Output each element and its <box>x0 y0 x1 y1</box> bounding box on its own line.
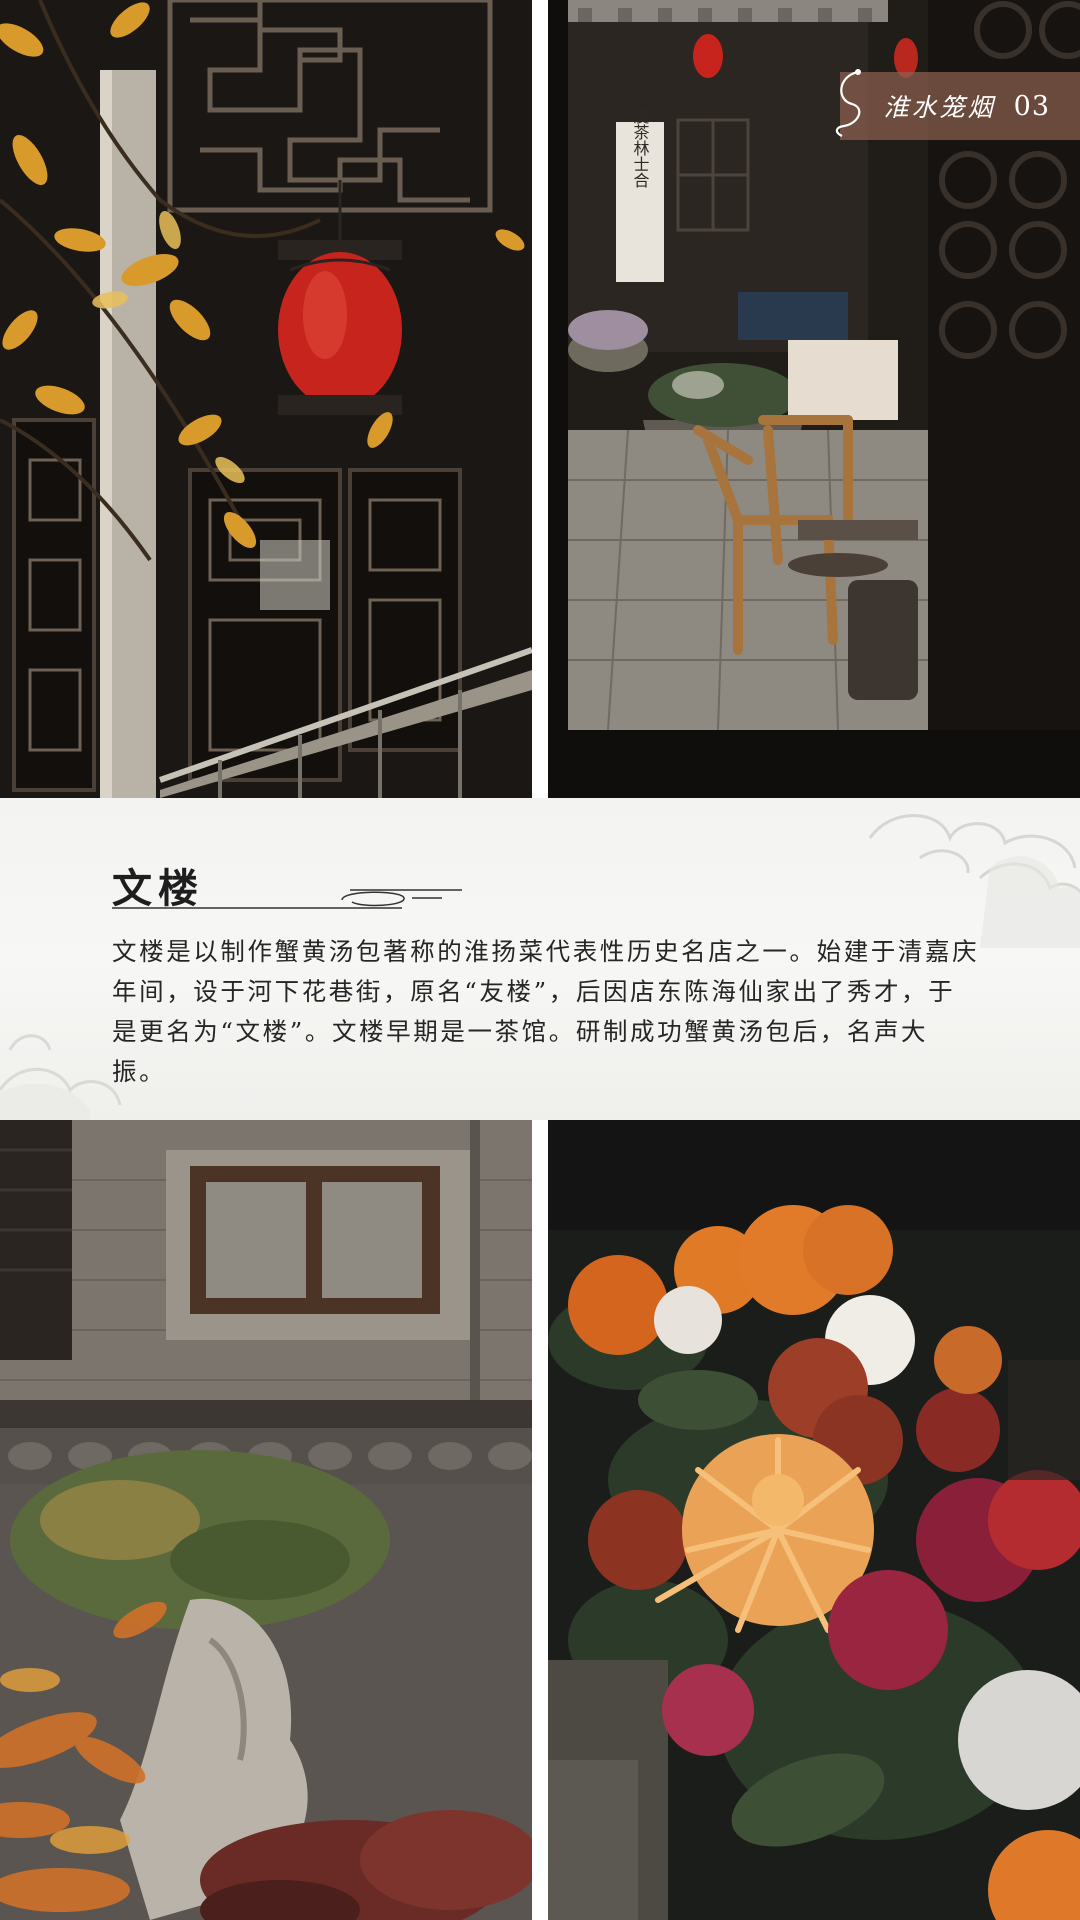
photo-brick-wall-window <box>0 1120 532 1920</box>
title-underline-ornament-icon <box>112 889 462 909</box>
badge-series-name: 淮水笼烟 <box>883 93 996 122</box>
photo-chrysanthemums <box>548 1120 1080 1920</box>
section-badge: 淮水笼烟 03 <box>835 69 1080 140</box>
photo-pavilion-lantern <box>0 0 532 798</box>
badge-page-number: 03 <box>1013 90 1050 122</box>
swirl-ornament-icon <box>835 69 861 137</box>
signboard-text: 虞茶林士合 <box>631 108 650 188</box>
photo-courtyard-chairs: 虞茶林士合 淮水笼烟 03 <box>548 0 1080 798</box>
intro-text-band: 文楼 文楼是以制作蟹黄汤包著称的淮扬菜代表性历史名店之一。始建于清嘉庆年间，设于… <box>0 798 1080 1120</box>
section-body-text: 文楼是以制作蟹黄汤包著称的淮扬菜代表性历史名店之一。始建于清嘉庆年间，设于河下花… <box>112 937 980 1086</box>
cloud-ornament-icon <box>868 814 1080 948</box>
